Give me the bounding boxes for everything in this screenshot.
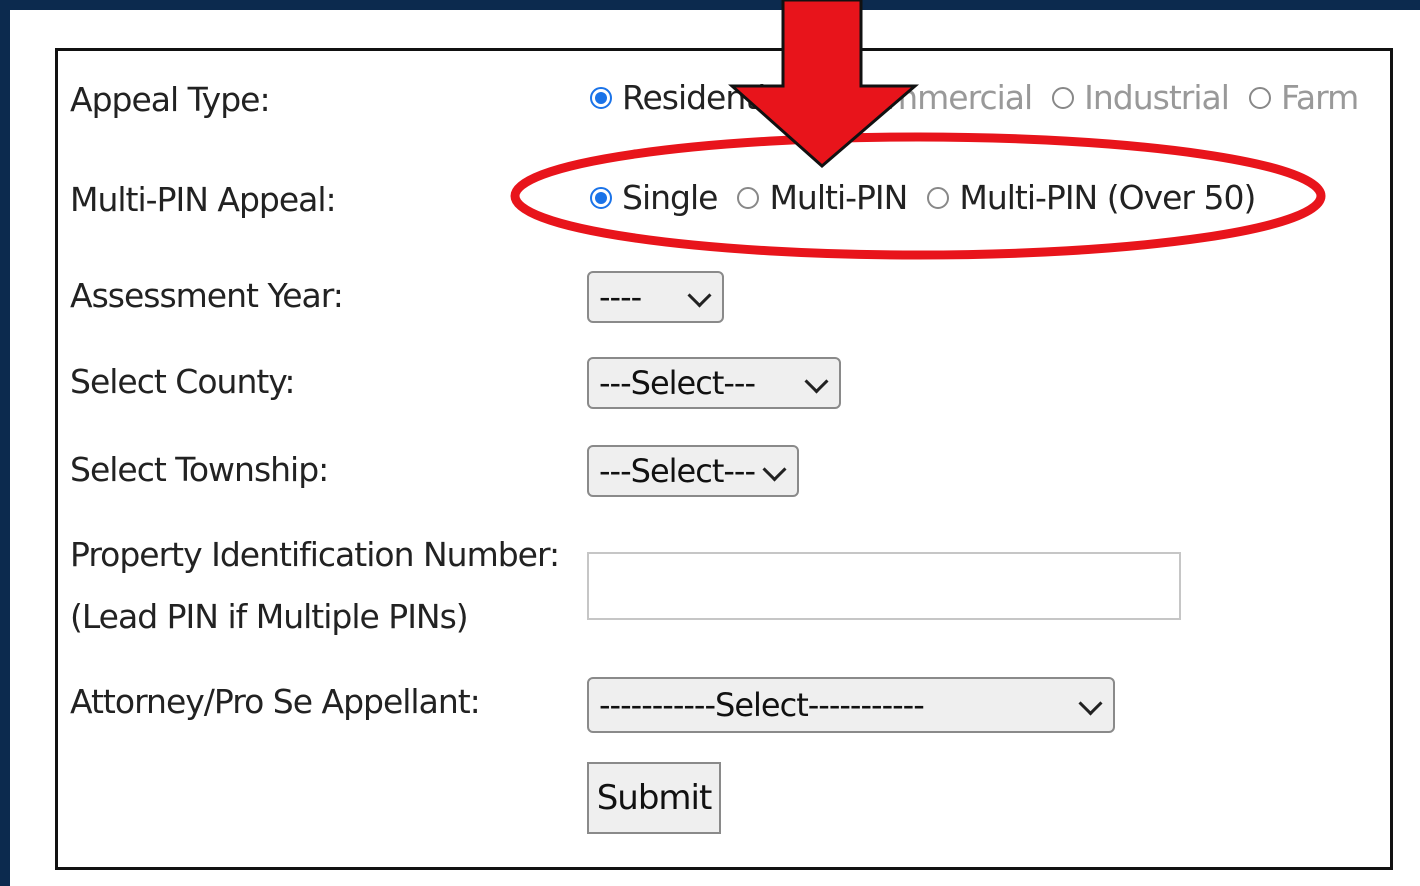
radio-industrial[interactable] [1052, 86, 1075, 109]
radio-single[interactable] [590, 186, 612, 209]
township-value: ---Select--- [599, 452, 756, 490]
attorney-select[interactable]: -----------Select----------- [587, 677, 1115, 733]
radio-multi-pin-over-50[interactable] [927, 186, 950, 209]
radio-commercial[interactable] [812, 86, 835, 109]
pin-input[interactable] [587, 552, 1181, 620]
attorney-value: -----------Select----------- [599, 686, 925, 724]
pin-label: Property Identification Number: [70, 535, 560, 574]
option-industrial-label: Industrial [1084, 78, 1230, 117]
pin-sublabel: (Lead PIN if Multiple PINs) [70, 597, 469, 636]
appeal-type-radio-group: Residential Commercial Industrial Farm [590, 78, 1378, 117]
assessment-year-value: ---- [599, 278, 642, 316]
chevron-down-icon [1078, 691, 1103, 716]
select-township-label: Select Township: [70, 450, 329, 489]
radio-residential[interactable] [590, 86, 612, 109]
select-county-label: Select County: [70, 362, 296, 401]
assessment-year-label: Assessment Year: [70, 276, 344, 315]
option-single-label: Single [622, 178, 718, 217]
option-multi-pin-label: Multi-PIN [769, 178, 908, 217]
option-multi-pin-over-50-label: Multi-PIN (Over 50) [959, 178, 1256, 217]
township-select[interactable]: ---Select--- [587, 445, 799, 497]
chevron-down-icon [762, 457, 787, 482]
attorney-label: Attorney/Pro Se Appellant: [70, 682, 481, 721]
option-residential-label: Residential [622, 78, 794, 117]
multi-pin-label: Multi-PIN Appeal: [70, 180, 337, 219]
county-value: ---Select--- [599, 364, 756, 402]
assessment-year-select[interactable]: ---- [587, 271, 724, 323]
radio-farm[interactable] [1248, 86, 1271, 109]
submit-button[interactable]: Submit [587, 762, 721, 834]
chevron-down-icon [687, 283, 712, 308]
chevron-down-icon [804, 369, 829, 394]
appeal-type-label: Appeal Type: [70, 80, 271, 119]
multi-pin-radio-group: Single Multi-PIN Multi-PIN (Over 50) [590, 178, 1275, 217]
option-farm-label: Farm [1280, 78, 1359, 117]
option-commercial-label: Commercial [844, 78, 1033, 117]
radio-multi-pin[interactable] [737, 186, 760, 209]
county-select[interactable]: ---Select--- [587, 357, 841, 409]
